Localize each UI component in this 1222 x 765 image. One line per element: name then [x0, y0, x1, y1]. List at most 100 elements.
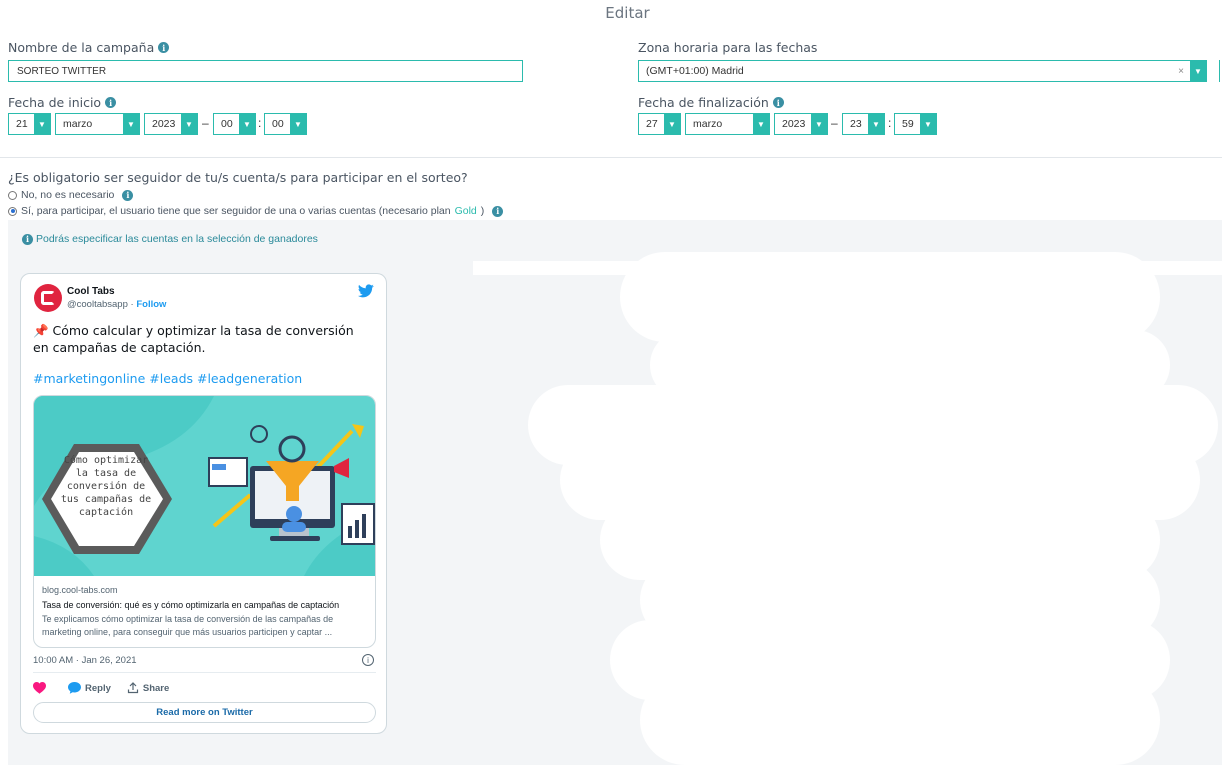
- follow-link[interactable]: Follow: [136, 299, 166, 310]
- start-year-value: 2023: [152, 118, 176, 130]
- twitter-bird-icon[interactable]: [358, 284, 374, 298]
- chevron-down-icon[interactable]: ▼: [753, 114, 769, 134]
- author-handle[interactable]: @cooltabsapp: [67, 299, 128, 310]
- chevron-down-icon[interactable]: ▼: [811, 114, 827, 134]
- share-button[interactable]: Share: [127, 682, 169, 694]
- start-hour-value: 00: [221, 118, 233, 130]
- chevron-down-icon[interactable]: ▼: [920, 114, 936, 134]
- radio-button[interactable]: [8, 206, 17, 216]
- reply-bubble-icon: [68, 682, 81, 694]
- end-day-select[interactable]: 27 ▼: [638, 113, 681, 135]
- chevron-down-icon[interactable]: ▼: [290, 114, 306, 134]
- tweet-text: 📌 Cómo calcular y optimizar la tasa de c…: [33, 323, 354, 355]
- card-image-line: Cómo optimizar: [63, 455, 149, 466]
- avatar[interactable]: [34, 284, 62, 312]
- card-image: Cómo optimizar la tasa de conversión de …: [34, 396, 375, 576]
- card-image-line: conversión de: [66, 481, 146, 492]
- tweet-embed[interactable]: Cool Tabs @cooltabsapp · Follow 📌 Cómo c…: [20, 273, 387, 734]
- tweet-timestamp[interactable]: 10:00 AM · Jan 26, 2021: [33, 655, 137, 666]
- heart-icon: [33, 682, 46, 694]
- start-year-select[interactable]: 2023 ▼: [144, 113, 198, 135]
- read-more-button[interactable]: Read more on Twitter: [33, 702, 376, 723]
- campaign-name-input[interactable]: SORTEO TWITTER: [8, 60, 523, 82]
- radio-option-yes[interactable]: Sí, para participar, el usuario tiene qu…: [8, 205, 504, 217]
- end-month-value: marzo: [693, 118, 723, 130]
- radio-option-yes-close: ): [480, 205, 485, 217]
- section-divider: [0, 157, 1222, 158]
- end-hour-value: 23: [850, 118, 862, 130]
- start-day-value: 21: [16, 118, 28, 130]
- chevron-down-icon[interactable]: ▼: [868, 114, 884, 134]
- end-date-label-text: Fecha de finalización: [638, 95, 769, 110]
- info-icon[interactable]: i: [772, 97, 784, 108]
- timezone-label: Zona horaria para las fechas: [638, 40, 818, 55]
- campaign-name-label: Nombre de la campaña i: [8, 40, 170, 55]
- reply-label: Reply: [85, 682, 111, 694]
- card-meta: blog.cool-tabs.com Tasa de conversión: q…: [42, 585, 372, 639]
- time-separator-colon: :: [888, 116, 892, 130]
- end-hour-select[interactable]: 23 ▼: [842, 113, 885, 135]
- share-icon: [127, 682, 138, 694]
- start-date-label-text: Fecha de inicio: [8, 95, 102, 110]
- start-month-select[interactable]: marzo ▼: [55, 113, 140, 135]
- start-minute-select[interactable]: 00 ▼: [264, 113, 307, 135]
- page-title: Editar: [605, 4, 650, 22]
- end-year-select[interactable]: 2023 ▼: [774, 113, 828, 135]
- follower-question: ¿Es obligatorio ser seguidor de tu/s cue…: [8, 170, 468, 185]
- chevron-down-icon[interactable]: ▼: [34, 114, 50, 134]
- accounts-hint: i Podrás especificar las cuentas en la s…: [22, 233, 318, 245]
- share-label: Share: [142, 682, 170, 694]
- handle-dot: ·: [130, 299, 134, 310]
- end-date-label: Fecha de finalización i: [638, 95, 784, 110]
- tweet-hashtags[interactable]: #marketingonline #leads #leadgeneration: [33, 371, 302, 386]
- campaign-name-label-text: Nombre de la campaña: [8, 40, 155, 55]
- chevron-down-icon[interactable]: ▼: [123, 114, 139, 134]
- time-separator-dash: –: [831, 116, 838, 130]
- chevron-down-icon[interactable]: ▼: [181, 114, 197, 134]
- info-icon[interactable]: i: [158, 42, 170, 53]
- end-minute-value: 59: [902, 118, 914, 130]
- start-day-select[interactable]: 21 ▼: [8, 113, 51, 135]
- chevron-down-icon[interactable]: ▼: [1190, 61, 1206, 81]
- timezone-value: (GMT+01:00) Madrid: [646, 65, 744, 77]
- start-hour-select[interactable]: 00 ▼: [213, 113, 256, 135]
- time-separator-colon: :: [258, 116, 262, 130]
- info-icon[interactable]: i: [105, 97, 117, 108]
- card-description: Te explicamos cómo optimizar la tasa de …: [42, 614, 334, 637]
- timezone-select[interactable]: (GMT+01:00) Madrid × ▼: [638, 60, 1207, 82]
- info-icon[interactable]: i: [492, 205, 504, 217]
- info-icon: i: [22, 233, 33, 245]
- tweet-actions: Reply Share: [33, 682, 169, 694]
- radio-option-no[interactable]: No, no es necesario i: [8, 189, 134, 201]
- start-month-value: marzo: [63, 118, 93, 130]
- accounts-hint-text: Podrás especificar las cuentas en la sel…: [36, 233, 318, 245]
- card-title: Tasa de conversión: qué es y cómo optimi…: [42, 600, 340, 610]
- chevron-down-icon[interactable]: ▼: [239, 114, 255, 134]
- card-image-line: la tasa de: [75, 468, 137, 479]
- end-day-value: 27: [646, 118, 658, 130]
- end-year-value: 2023: [782, 118, 806, 130]
- card-domain: blog.cool-tabs.com: [42, 585, 118, 595]
- radio-option-no-label: No, no es necesario: [21, 189, 115, 201]
- author-name[interactable]: Cool Tabs: [67, 286, 115, 297]
- info-icon[interactable]: i: [122, 189, 134, 201]
- end-minute-select[interactable]: 59 ▼: [894, 113, 937, 135]
- tweet-divider: [33, 672, 376, 673]
- clear-icon[interactable]: ×: [1178, 66, 1184, 77]
- chevron-down-icon[interactable]: ▼: [664, 114, 680, 134]
- author-handle-row: @cooltabsapp · Follow: [67, 299, 166, 310]
- gold-plan-link[interactable]: Gold: [455, 205, 477, 217]
- info-circle-icon[interactable]: i: [362, 654, 374, 666]
- reply-button[interactable]: Reply: [68, 682, 111, 694]
- card-image-line: tus campañas de: [60, 494, 152, 505]
- start-minute-value: 00: [272, 118, 284, 130]
- radio-button[interactable]: [8, 190, 17, 200]
- start-date-label: Fecha de inicio i: [8, 95, 117, 110]
- like-button[interactable]: [33, 682, 46, 694]
- link-card[interactable]: Cómo optimizar la tasa de conversión de …: [33, 395, 376, 648]
- time-separator-dash: –: [202, 116, 209, 130]
- radio-option-yes-label: Sí, para participar, el usuario tiene qu…: [21, 205, 451, 217]
- card-image-line: captación: [78, 507, 134, 518]
- card-image-text: Cómo optimizar la tasa de conversión de …: [56, 454, 156, 519]
- end-month-select[interactable]: marzo ▼: [685, 113, 770, 135]
